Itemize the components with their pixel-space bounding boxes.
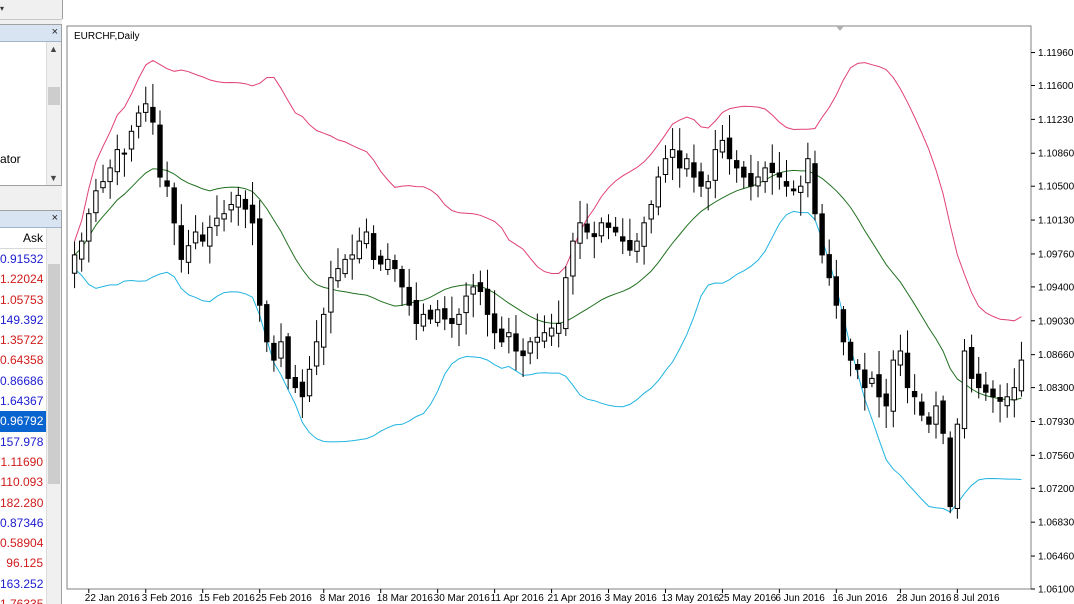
candle[interactable] bbox=[961, 339, 968, 439]
close-icon[interactable]: × bbox=[52, 26, 58, 38]
y-tick-label: 1.09400 bbox=[1038, 282, 1074, 293]
x-tick-label: 8 Jul 2016 bbox=[953, 593, 1000, 604]
y-tick-label: 1.06830 bbox=[1038, 518, 1074, 529]
market-watch-header: × bbox=[0, 211, 61, 228]
market-watch-scrollbar[interactable] bbox=[46, 228, 61, 604]
navigator-window: × ator ▲ ▼ bbox=[0, 24, 62, 186]
y-tick-label: 1.11960 bbox=[1038, 48, 1074, 59]
x-tick-label: 21 Apr 2016 bbox=[548, 593, 602, 604]
scroll-up-icon[interactable]: ▲ bbox=[49, 44, 58, 54]
chart-area[interactable]: EURCHF,Daily 1.11960 1.11600 1.11230 1.1086… bbox=[62, 19, 1074, 604]
navigator-item-label[interactable]: ator bbox=[0, 152, 21, 166]
x-tick-label: 25 Feb 2016 bbox=[256, 593, 313, 604]
x-tick-label: 8 Mar 2016 bbox=[320, 593, 371, 604]
dropdown-arrow-icon[interactable]: ▾ bbox=[0, 4, 10, 14]
y-tick-label: 1.10500 bbox=[1038, 182, 1074, 193]
toolbar-strip: ▾ bbox=[0, 0, 62, 20]
x-tick-label: 28 Jun 2016 bbox=[896, 593, 951, 604]
x-tick-label: 3 Feb 2016 bbox=[142, 593, 193, 604]
y-tick-label: 1.11600 bbox=[1038, 81, 1074, 92]
y-tick-label: 1.08300 bbox=[1038, 383, 1074, 394]
scroll-thumb[interactable] bbox=[48, 264, 60, 484]
navigator-header: × bbox=[0, 25, 61, 42]
y-tick-label: 1.10130 bbox=[1038, 216, 1074, 227]
x-tick-label: 3 May 2016 bbox=[605, 593, 658, 604]
x-tick-label: 13 May 2016 bbox=[661, 593, 719, 604]
x-tick-label: 16 Jun 2016 bbox=[832, 593, 887, 604]
y-tick-label: 1.11230 bbox=[1038, 115, 1074, 126]
y-tick-label: 1.07200 bbox=[1038, 484, 1074, 495]
x-tick-label: 6 Jun 2016 bbox=[775, 593, 825, 604]
y-tick-label: 1.08660 bbox=[1038, 350, 1074, 361]
y-tick-label: 1.06460 bbox=[1038, 552, 1074, 563]
y-tick-label: 1.09760 bbox=[1038, 249, 1074, 260]
y-tick-label: 1.07930 bbox=[1038, 417, 1074, 428]
y-tick-label: 1.06100 bbox=[1038, 585, 1074, 596]
chart-title: EURCHF,Daily bbox=[74, 31, 140, 42]
x-tick-label: 18 Mar 2016 bbox=[377, 593, 434, 604]
y-tick-label: 1.07560 bbox=[1038, 451, 1074, 462]
left-panel: ▾ × ator ▲ ▼ × Ask 0.91532 1.22024 1.05753… bbox=[0, 0, 63, 604]
x-tick-label: 15 Feb 2016 bbox=[199, 593, 256, 604]
market-watch-window: × Ask 0.91532 1.22024 1.05753 149.392 1.3572… bbox=[0, 210, 62, 604]
y-tick-label: 1.10860 bbox=[1038, 149, 1074, 160]
x-tick-label: 30 Mar 2016 bbox=[434, 593, 491, 604]
plot-frame bbox=[66, 25, 1032, 590]
x-tick-label: 22 Jan 2016 bbox=[85, 593, 140, 604]
candle[interactable] bbox=[954, 418, 961, 519]
y-tick-label: 1.09030 bbox=[1038, 316, 1074, 327]
navigator-scrollbar[interactable]: ▲ ▼ bbox=[46, 42, 61, 185]
x-tick-label: 25 May 2016 bbox=[718, 593, 776, 604]
close-icon[interactable]: × bbox=[52, 212, 58, 224]
x-tick-label: 11 Apr 2016 bbox=[491, 593, 545, 604]
scroll-thumb[interactable] bbox=[48, 87, 60, 105]
candle[interactable] bbox=[947, 431, 953, 514]
scroll-down-icon[interactable]: ▼ bbox=[49, 173, 58, 183]
